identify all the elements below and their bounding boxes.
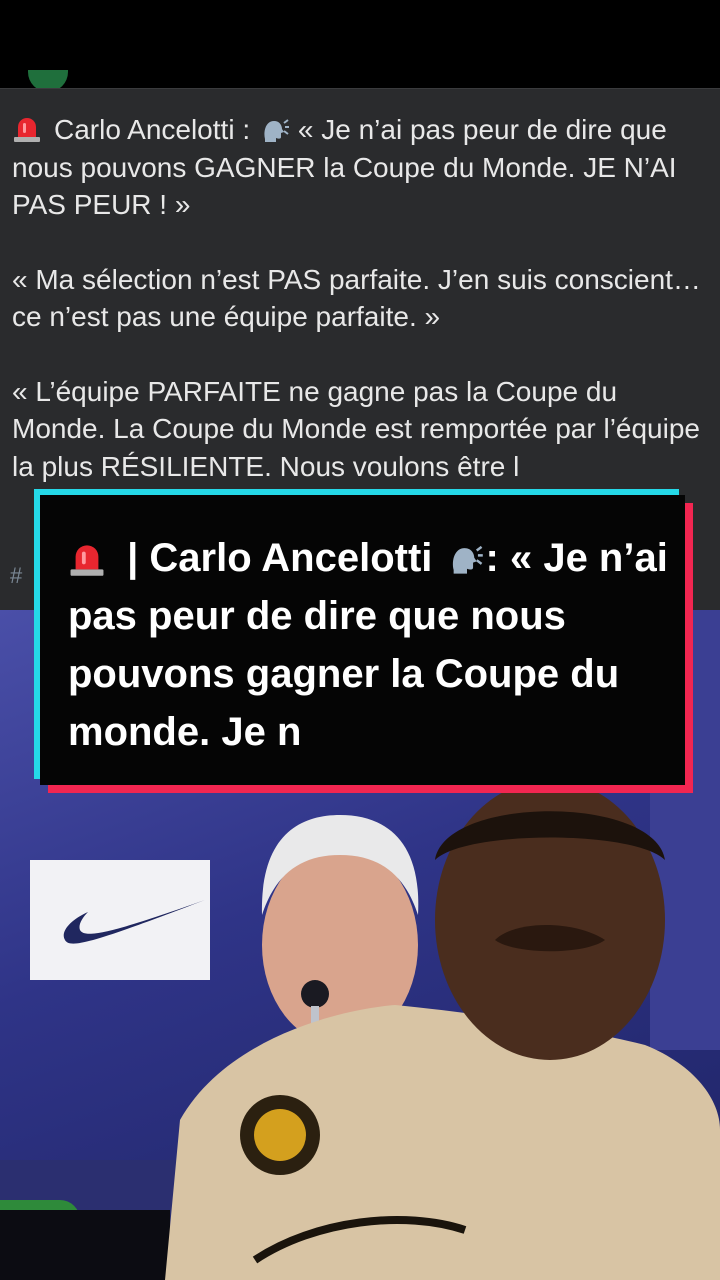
speaking-head-icon [452,545,483,574]
post-paragraph-3: « L’équipe PARFAITE ne gagne pas la Coup… [12,375,700,482]
top-black-bar [0,0,720,88]
post-hashtag: # [10,563,23,588]
speaking-head-icon [264,119,289,142]
dark-corner [0,1210,170,1280]
caption-card: | Carlo Ancelotti : « Je n’ai pas peur d… [34,489,693,793]
siren-emoji-icon [14,118,40,142]
post-speaker: Carlo Ancelotti : [54,114,258,145]
caption-prefix: | Carlo Ancelotti [116,536,444,580]
caption-text: | Carlo Ancelotti : « Je n’ai pas peur d… [68,529,668,761]
post-body: Carlo Ancelotti : « Je n’ai pas peur de … [12,111,702,522]
creator-figure [165,790,720,1280]
post-paragraph-1: Carlo Ancelotti : « Je n’ai pas peur de … [12,111,702,224]
siren-emoji-icon [70,545,104,576]
post-paragraph-2: « Ma sélection n’est PAS parfaite. J’en … [12,263,701,333]
